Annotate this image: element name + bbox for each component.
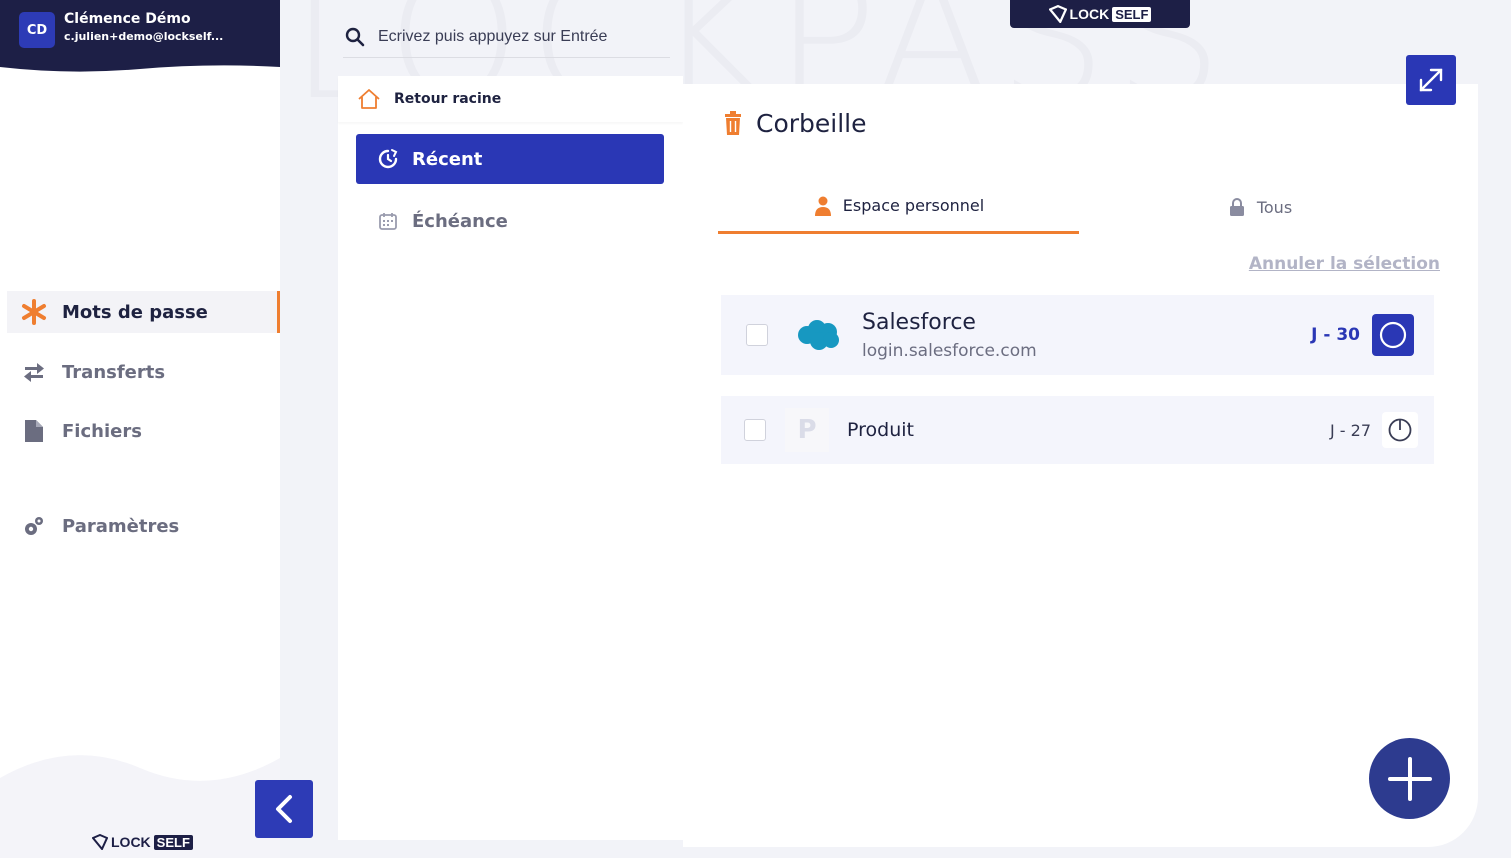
expand-button[interactable] [1406,55,1456,105]
due-badge: J - 27 [1329,420,1371,440]
shield-logo-icon [1048,5,1067,23]
expand-arrows-icon [1419,68,1443,92]
shield-logo-icon [92,834,108,850]
sidebar-item-settings[interactable]: Paramètres [7,505,278,547]
avatar[interactable]: CD [19,12,55,48]
item-name: Salesforce [862,309,976,335]
cancel-selection-link[interactable]: Annuler la sélection [1249,254,1440,274]
sidebar: CD Clémence Démo c.julien+demo@lockself.… [0,0,280,858]
item-checkbox[interactable] [746,324,768,346]
plus-icon [1387,756,1432,801]
list-item[interactable]: Salesforce login.salesforce.com J - 30 [721,295,1434,375]
page-title-text: Corbeille [756,108,867,138]
user-email: c.julien+demo@lockself... [64,30,224,43]
folder-due-label: Échéance [412,210,508,232]
back-root-label: Retour racine [394,91,502,107]
main-panel: Corbeille Espace personnel Tous Annuler … [683,84,1478,847]
tab-personal-space[interactable]: Espace personnel [718,180,1079,234]
add-item-button[interactable] [1369,738,1450,819]
search-icon [343,25,367,49]
header-wave-decoration [0,57,280,75]
timer-button[interactable] [1382,412,1418,448]
clock-timer-icon [1388,418,1412,442]
lockself-top-logo: LOCK SELF [1010,0,1190,28]
star-icon [19,297,49,327]
sidebar-item-transfers[interactable]: Transferts [7,351,278,393]
salesforce-cloud-icon [794,318,842,352]
search-input[interactable] [378,27,663,46]
item-letter-avatar: P [785,408,829,452]
calendar-icon [376,209,400,233]
tab-all[interactable]: Tous [1079,180,1440,234]
sidebar-item-label: Transferts [62,361,166,383]
user-name: Clémence Démo [64,11,191,27]
file-icon [19,416,49,446]
person-icon [813,195,833,217]
sidebar-item-label: Fichiers [62,420,142,442]
due-badge: J - 30 [1311,325,1360,345]
user-header[interactable]: CD Clémence Démo c.julien+demo@lockself.… [0,0,280,75]
lock-icon [1227,196,1247,218]
folder-panel: Retour racine Récent Échéance [338,76,683,840]
home-icon [356,86,382,112]
chevron-left-icon [276,795,292,823]
tab-label: Espace personnel [842,196,985,215]
folder-due[interactable]: Échéance [376,206,508,236]
search-bar [343,16,670,58]
timer-button[interactable] [1372,314,1414,356]
sidebar-item-label: Mots de passe [62,301,208,323]
folder-recent[interactable]: Récent [356,134,664,184]
item-checkbox[interactable] [744,419,766,441]
clock-history-icon [376,147,400,171]
sidebar-item-label: Paramètres [62,515,180,537]
transfer-arrows-icon [19,357,49,387]
gears-icon [19,511,49,541]
circle-timer-icon [1379,321,1407,349]
trash-icon [721,108,745,138]
tab-label: Tous [1256,197,1293,217]
page-title: Corbeille [721,108,867,138]
sidebar-item-files[interactable]: Fichiers [7,410,278,452]
folder-recent-label: Récent [412,148,483,170]
lockself-logo: LOCK SELF [92,834,193,850]
list-item[interactable]: P Produit J - 27 [721,396,1434,464]
item-url: login.salesforce.com [862,340,1037,361]
item-name: Produit [847,419,914,441]
back-root-link[interactable]: Retour racine [338,76,683,122]
sidebar-item-passwords[interactable]: Mots de passe [7,291,280,333]
collapse-sidebar-button[interactable] [255,780,313,838]
